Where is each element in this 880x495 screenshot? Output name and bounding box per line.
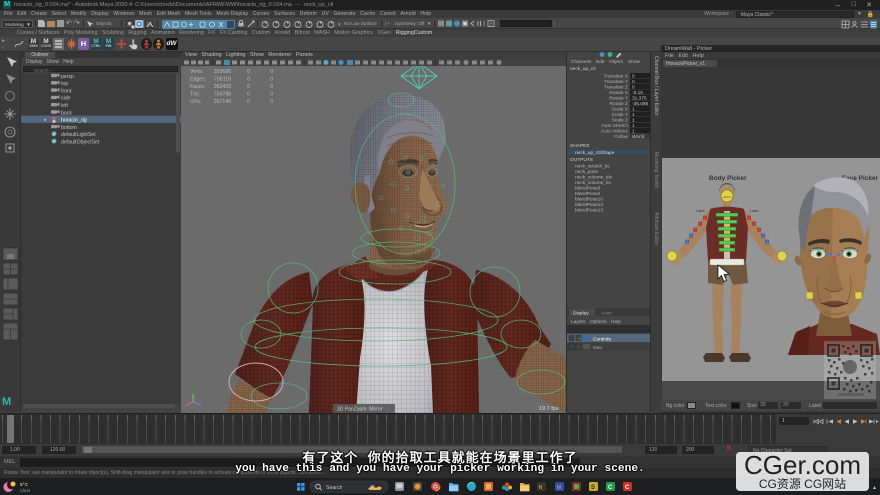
svg-text:OUTPUTS: OUTPUTS (570, 157, 593, 163)
svg-text:HEAD: HEAD (723, 195, 732, 199)
svg-text:-36.095: -36.095 (632, 101, 649, 107)
svg-text:defaultLightSet: defaultLightSet (61, 132, 96, 138)
svg-text:704798: 704798 (214, 92, 231, 98)
svg-text:Auto Volume: Auto Volume (601, 129, 629, 135)
svg-text:Geo: Geo (593, 345, 602, 351)
svg-text:blendPose2: blendPose2 (575, 191, 601, 197)
svg-text:353698: 353698 (214, 69, 231, 75)
svg-text:3D PanZoom Mirror: 3D PanZoom Mirror (337, 407, 383, 413)
svg-text:Clear: Clear (20, 488, 31, 493)
svg-text:352423: 352423 (214, 84, 231, 90)
svg-text:neck_volume_div: neck_volume_div (575, 175, 613, 181)
svg-text:Rotate X: Rotate X (609, 90, 628, 96)
svg-text:Options: Options (590, 319, 607, 325)
svg-text:367140: 367140 (214, 99, 231, 105)
svg-text:▲: ▲ (872, 485, 877, 491)
svg-text:Scale Z: Scale Z (612, 118, 628, 124)
svg-text:Rotate Z: Rotate Z (610, 101, 628, 107)
svg-text:✓: ✓ (578, 336, 582, 341)
svg-text:Auto Stretch: Auto Stretch (602, 123, 629, 129)
svg-text:blendPose10: blendPose10 (575, 197, 603, 203)
svg-text:1: 1 (632, 107, 635, 113)
svg-text:Show: Show (628, 59, 641, 65)
svg-text:0: 0 (270, 69, 273, 75)
svg-text:neck_volume_bc: neck_volume_bc (575, 180, 612, 186)
svg-text:0: 0 (270, 77, 273, 83)
svg-text:left: left (61, 103, 68, 109)
svg-text:0: 0 (247, 84, 250, 90)
svg-text:blendPose6: blendPose6 (575, 186, 601, 192)
svg-text:1: 1 (632, 129, 635, 135)
svg-text:N: N (539, 485, 543, 491)
svg-text:blendPose13: blendPose13 (575, 208, 603, 214)
svg-text:Translate X: Translate X (604, 74, 629, 80)
svg-text:19.7 fps: 19.7 fps (539, 406, 559, 412)
svg-text:Rotate Y: Rotate Y (609, 96, 628, 102)
svg-text:SHAPES: SHAPES (570, 143, 589, 149)
svg-text:Search: Search (326, 485, 343, 491)
svg-text:neck_pose: neck_pose (575, 169, 599, 175)
svg-text:L arm: L arm (696, 209, 705, 213)
svg-text:Controls: Controls (593, 337, 611, 343)
svg-text:Translate Y: Translate Y (604, 79, 629, 85)
svg-text:0: 0 (247, 99, 250, 105)
svg-text:1: 1 (632, 123, 635, 129)
svg-text:Follow: Follow (614, 134, 628, 140)
svg-text:L arm: L arm (750, 209, 759, 213)
svg-text:neck_stretch_bc: neck_stretch_bc (575, 164, 611, 170)
svg-text:blendPose12: blendPose12 (575, 202, 603, 208)
svg-text:0: 0 (247, 92, 250, 98)
svg-text:bottom: bottom (61, 125, 77, 131)
svg-text:0: 0 (270, 84, 273, 90)
svg-text:Layers: Layers (571, 319, 586, 325)
svg-text:S: S (591, 485, 595, 491)
svg-text:front: front (61, 88, 72, 94)
svg-text:706118: 706118 (214, 77, 231, 83)
svg-text:0: 0 (632, 85, 635, 91)
svg-text:M: M (2, 396, 11, 408)
svg-text:back: back (61, 110, 72, 116)
svg-text:0: 0 (632, 74, 635, 80)
svg-text:side: side (61, 96, 71, 102)
svg-text:UVs:: UVs: (190, 99, 201, 105)
svg-text:0: 0 (270, 99, 273, 105)
svg-text:0: 0 (247, 69, 250, 75)
svg-text:0: 0 (632, 79, 635, 85)
svg-text:C: C (625, 485, 630, 491)
svg-text:1: 1 (632, 112, 635, 118)
svg-text:Display: Display (573, 311, 589, 317)
svg-text:World: World (632, 134, 645, 140)
svg-text:C: C (608, 485, 613, 491)
svg-text:Scale X: Scale X (611, 107, 628, 113)
svg-text:Translate Z: Translate Z (604, 85, 628, 91)
svg-text:Verts:: Verts: (190, 69, 203, 75)
svg-text:Help: Help (611, 319, 621, 325)
svg-text:1: 1 (632, 118, 635, 124)
svg-text:persp: persp (61, 74, 74, 80)
svg-text:top: top (61, 81, 68, 87)
svg-text:31.375: 31.375 (632, 96, 647, 102)
svg-text:neck_up_ctl: neck_up_ctl (570, 66, 596, 72)
svg-text:Object: Object (609, 59, 624, 65)
svg-text:Faces:: Faces: (190, 84, 206, 90)
svg-text:0: 0 (247, 77, 250, 83)
svg-text:neck_up_ctlShape: neck_up_ctlShape (575, 150, 615, 156)
svg-text:Tris:: Tris: (190, 92, 200, 98)
svg-text:Edit: Edit (596, 59, 605, 65)
svg-text:Body Picker: Body Picker (709, 175, 747, 182)
svg-text:-9.16: -9.16 (632, 90, 643, 96)
svg-text:M: M (557, 485, 562, 491)
svg-text:Anim: Anim (601, 311, 612, 317)
svg-text:Channels: Channels (571, 59, 592, 65)
svg-text:Scale Y: Scale Y (612, 112, 629, 118)
svg-text:Edges:: Edges: (190, 77, 206, 83)
svg-text:defaultObjectSet: defaultObjectSet (61, 140, 100, 146)
svg-text:horacio_rig: horacio_rig (61, 118, 87, 124)
svg-text:0: 0 (270, 92, 273, 98)
